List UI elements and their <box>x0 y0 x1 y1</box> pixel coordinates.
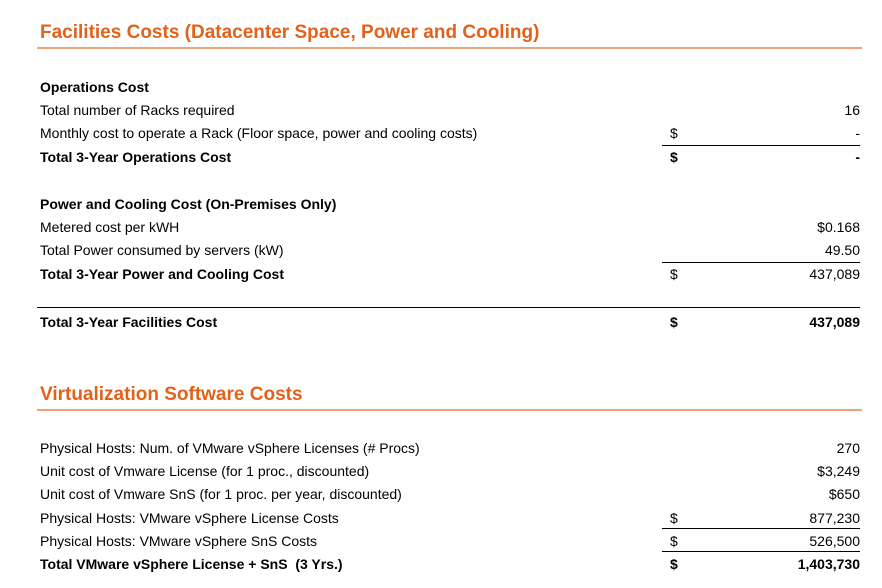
power-consumed-value: 49.50 <box>824 242 860 258</box>
vsphere-licenses-count-label: Physical Hosts: Num. of VMware vSphere L… <box>40 440 420 456</box>
rack-monthly-cost-label: Monthly cost to operate a Rack (Floor sp… <box>40 125 478 141</box>
operations-total-label: Total 3-Year Operations Cost <box>40 149 232 165</box>
vsphere-licenses-count-row: Physical Hosts: Num. of VMware vSphere L… <box>40 437 860 459</box>
sns-costs-label: Physical Hosts: VMware vSphere SnS Costs <box>40 533 317 549</box>
license-costs-rule <box>662 528 860 529</box>
vsphere-total-currency: $ <box>670 556 678 572</box>
power-cooling-total-currency: $ <box>670 266 678 282</box>
license-costs-currency: $ <box>670 510 678 526</box>
operations-cost-header-label: Operations Cost <box>40 79 149 95</box>
sns-costs-rule <box>662 551 860 552</box>
metered-cost-row: Metered cost per kWH $0.168 <box>40 216 860 238</box>
license-unit-cost-label: Unit cost of Vmware License (for 1 proc.… <box>40 463 370 479</box>
racks-required-label: Total number of Racks required <box>40 102 235 118</box>
rack-monthly-cost-value: - <box>855 125 860 141</box>
license-unit-cost-row: Unit cost of Vmware License (for 1 proc.… <box>40 460 860 482</box>
facilities-total-row: Total 3-Year Facilities Cost $ 437,089 <box>40 311 860 333</box>
license-costs-label: Physical Hosts: VMware vSphere License C… <box>40 510 339 526</box>
power-cooling-header: Power and Cooling Cost (On-Premises Only… <box>40 193 860 215</box>
power-cooling-header-label: Power and Cooling Cost (On-Premises Only… <box>40 196 337 212</box>
power-consumed-label: Total Power consumed by servers (kW) <box>40 242 284 258</box>
power-cooling-total-label: Total 3-Year Power and Cooling Cost <box>40 266 284 282</box>
operations-total-currency: $ <box>670 149 678 165</box>
vsphere-total-row: Total VMware vSphere License + SnS (3 Yr… <box>40 553 860 575</box>
facilities-title-rule <box>37 47 862 49</box>
vsphere-total-value: 1,403,730 <box>797 556 860 572</box>
power-cooling-total-row: Total 3-Year Power and Cooling Cost $ 43… <box>40 263 860 285</box>
facilities-total-currency: $ <box>670 314 678 330</box>
facilities-total-rule <box>37 307 860 308</box>
rack-monthly-cost-row: Monthly cost to operate a Rack (Floor sp… <box>40 122 860 144</box>
sns-costs-value: 526,500 <box>809 533 860 549</box>
power-cooling-total-value: 437,089 <box>809 266 860 282</box>
metered-cost-label: Metered cost per kWH <box>40 219 180 235</box>
sns-unit-cost-row: Unit cost of Vmware SnS (for 1 proc. per… <box>40 483 860 505</box>
operations-total-value: - <box>855 149 860 165</box>
operations-cost-header: Operations Cost <box>40 76 860 98</box>
virtualization-section-title: Virtualization Software Costs <box>40 384 303 405</box>
license-unit-cost-value: $3,249 <box>817 463 860 479</box>
racks-required-row: Total number of Racks required 16 <box>40 99 860 121</box>
vsphere-licenses-count-value: 270 <box>836 440 860 456</box>
virtualization-title-rule <box>37 409 862 411</box>
sns-unit-cost-label: Unit cost of Vmware SnS (for 1 proc. per… <box>40 486 402 502</box>
sns-costs-row: Physical Hosts: VMware vSphere SnS Costs… <box>40 530 860 552</box>
license-costs-row: Physical Hosts: VMware vSphere License C… <box>40 507 860 529</box>
vsphere-total-label: Total VMware vSphere License + SnS (3 Yr… <box>40 556 343 572</box>
license-costs-value: 877,230 <box>809 510 860 526</box>
facilities-total-label: Total 3-Year Facilities Cost <box>40 314 218 330</box>
facilities-total-value: 437,089 <box>809 314 860 330</box>
facilities-section-title: Facilities Costs (Datacenter Space, Powe… <box>40 22 540 43</box>
racks-required-value: 16 <box>844 102 860 118</box>
metered-cost-value: $0.168 <box>817 219 860 235</box>
sns-unit-cost-value: $650 <box>828 486 860 502</box>
rack-monthly-cost-currency: $ <box>670 125 678 141</box>
sns-costs-currency: $ <box>670 533 678 549</box>
operations-total-row: Total 3-Year Operations Cost $ - <box>40 146 860 168</box>
power-consumed-row: Total Power consumed by servers (kW) 49.… <box>40 239 860 261</box>
